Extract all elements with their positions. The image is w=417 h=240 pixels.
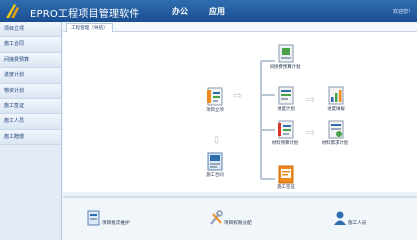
sidebar-item-personnel[interactable]: 施工人员 <box>0 114 61 130</box>
chart-report-icon[interactable] <box>328 86 344 105</box>
contract-icon[interactable] <box>207 152 223 171</box>
app-title: EPRO工程项目管理软件 <box>30 9 140 20</box>
visa-icon[interactable] <box>278 165 294 184</box>
node-label-material-budget: 材料预算计划 <box>271 141 299 146</box>
budget-icon[interactable] <box>278 44 294 63</box>
arrow-right-icon: ⇨ <box>306 93 316 106</box>
workflow-connectors <box>260 60 275 180</box>
node-label-progress-report: 进度填报 <box>327 107 345 112</box>
user-icon <box>334 211 346 225</box>
sidebar-item-indirect-budget[interactable]: 间接费预算 <box>0 52 61 69</box>
tab-bar: 工程管理（导航） <box>63 22 417 32</box>
quick-link-label: 施工人员 <box>348 221 367 226</box>
plan-icon[interactable] <box>278 86 294 105</box>
sidebar-item-project-setup[interactable]: 项目立项 <box>0 22 61 38</box>
maintenance-icon <box>87 210 100 226</box>
sidebar-item-progress-plan[interactable]: 进度计划 <box>0 68 61 84</box>
arrow-right-icon: ⇨ <box>233 89 243 102</box>
node-label-project-setup: 项目立项 <box>206 108 224 113</box>
quick-link-batch-maintenance[interactable]: 项目批次维护 <box>87 210 147 230</box>
quick-link-label: 项目批次维护 <box>102 221 130 226</box>
quick-link-permission[interactable]: 项目权限分配 <box>209 210 271 230</box>
workflow-canvas: ⇨ ⇩ ⇨ ⇨ 项目立项 间接费预算计划 进度计划 进度填报 材料预算计划 材料… <box>63 32 417 192</box>
node-label-material-demand: 材料需求计划 <box>321 141 349 146</box>
node-label-contract: 施工合同 <box>206 173 224 178</box>
node-label-visa: 施工签证 <box>277 185 295 190</box>
welcome-text: 欢迎您！ <box>392 9 413 15</box>
node-label-progress-plan: 进度计划 <box>277 107 295 112</box>
arrow-down-icon: ⇩ <box>212 134 222 147</box>
quick-link-personnel[interactable]: 施工人员 <box>333 210 385 230</box>
nav-office[interactable]: 办公 <box>172 6 188 17</box>
tab-navigation[interactable]: 工程管理（导航） <box>66 23 113 32</box>
node-label-indirect-budget: 间接费预算计划 <box>269 65 301 70</box>
tools-icon <box>210 210 223 225</box>
material-demand-icon[interactable] <box>328 120 344 139</box>
top-header: EPRO工程项目管理软件 办公 应用 欢迎您！ <box>0 0 417 22</box>
quick-link-label: 项目权限分配 <box>224 221 252 226</box>
logo-icon <box>6 4 19 18</box>
arrow-right-icon: ⇨ <box>306 126 316 139</box>
sidebar-item-contract[interactable]: 施工合同 <box>0 37 61 53</box>
sidebar-item-visa[interactable]: 施工签证 <box>0 98 61 115</box>
document-icon[interactable] <box>207 87 223 106</box>
sidebar-item-material-plan[interactable]: 物资计划 <box>0 83 61 99</box>
nav-apps[interactable]: 应用 <box>209 6 225 17</box>
quick-links-panel: 项目批次维护 项目权限分配 施工人员 <box>63 196 417 240</box>
sidebar: 项目立项 施工合同 间接费预算 进度计划 物资计划 施工签证 施工人员 施工赔偿 <box>0 22 62 240</box>
sidebar-item-compensation[interactable]: 施工赔偿 <box>0 129 61 146</box>
material-budget-icon[interactable] <box>278 120 294 139</box>
